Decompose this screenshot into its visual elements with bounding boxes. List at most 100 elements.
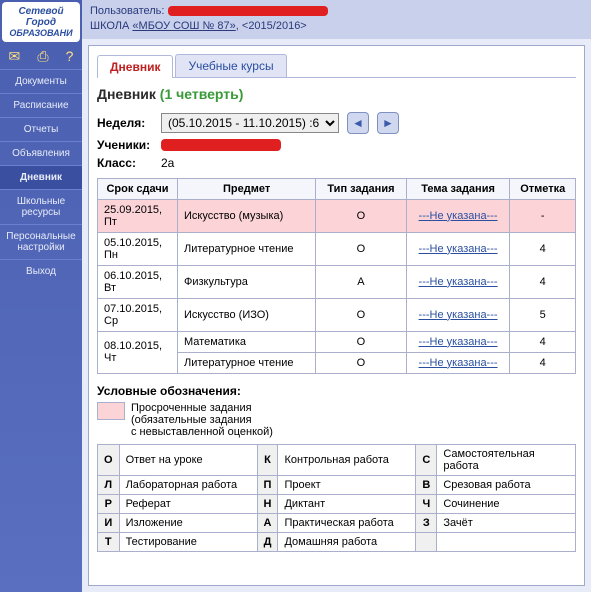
nav-item-6[interactable]: Персональные настройки [0, 224, 82, 259]
legend-desc: Проект [278, 475, 416, 494]
week-filter-row: Неделя: (05.10.2015 - 11.10.2015) :6 ◄ ► [97, 112, 576, 134]
topic-link[interactable]: ---Не указана--- [419, 276, 498, 288]
mail-icon[interactable]: ✉ [9, 48, 21, 65]
topic-link[interactable]: ---Не указана--- [419, 357, 498, 369]
topic-link[interactable]: ---Не указана--- [419, 309, 498, 321]
main-area: Пользователь: ШКОЛА «МБОУ СОШ № 87», <20… [82, 0, 591, 592]
legend-row: ТТестированиеДДомашняя работа [98, 532, 576, 551]
legend-row: ИИзложениеАПрактическая работаЗЗачёт [98, 513, 576, 532]
print-icon[interactable]: ⎙ [37, 48, 48, 65]
table-row: 05.10.2015, ПнЛитературное чтениеО ---Не … [98, 232, 576, 265]
legend-code: Т [98, 532, 120, 551]
app-root: Сетевой Город ОБРАЗОВАНИ ✉ ⎙ ? Документы… [0, 0, 591, 592]
tab-0[interactable]: Дневник [97, 55, 173, 78]
school-link[interactable]: «МБОУ СОШ № 87» [132, 20, 235, 32]
legend-title: Условные обозначения: [97, 384, 576, 398]
students-label: Ученики: [97, 138, 157, 152]
legend-code: В [416, 475, 437, 494]
header-bar: Пользователь: ШКОЛА «МБОУ СОШ № 87», <20… [82, 0, 591, 39]
legend-code: Ч [416, 494, 437, 513]
subject-cell: Литературное чтение [178, 352, 316, 373]
legend-desc: Реферат [119, 494, 257, 513]
table-row: 08.10.2015, ЧтМатематикаО---Не указана--… [98, 331, 576, 352]
school-label: ШКОЛА [90, 20, 129, 32]
user-label: Пользователь: [90, 5, 164, 17]
nav-item-2[interactable]: Отчеты [0, 117, 82, 141]
type-cell: О [316, 298, 406, 331]
sidebar: Сетевой Город ОБРАЗОВАНИ ✉ ⎙ ? Документы… [0, 0, 82, 592]
nav-item-0[interactable]: Документы [0, 69, 82, 93]
col-header: Предмет [178, 178, 316, 199]
topic-cell: ---Не указана--- [406, 298, 510, 331]
legend-desc: Лабораторная работа [119, 475, 257, 494]
subject-cell: Литературное чтение [178, 232, 316, 265]
mark-cell: 4 [510, 265, 576, 298]
week-select[interactable]: (05.10.2015 - 11.10.2015) :6 [161, 113, 339, 133]
table-row: 06.10.2015, ВтФизкультураА ---Не указана-… [98, 265, 576, 298]
nav-item-1[interactable]: Расписание [0, 93, 82, 117]
topic-link[interactable]: ---Не указана--- [419, 210, 498, 222]
mark-cell: 4 [510, 331, 576, 352]
nav-item-3[interactable]: Объявления [0, 141, 82, 165]
next-week-button[interactable]: ► [377, 112, 399, 134]
topic-cell: ---Не указана--- [406, 199, 510, 232]
legend-desc: Зачёт [437, 513, 576, 532]
legend-desc: Контрольная работа [278, 444, 416, 475]
legend-code: С [416, 444, 437, 475]
help-icon[interactable]: ? [66, 48, 74, 65]
legend-desc: Тестирование [119, 532, 257, 551]
topic-link[interactable]: ---Не указана--- [419, 243, 498, 255]
col-header: Тема задания [406, 178, 510, 199]
legend-row: ЛЛабораторная работаППроектВСрезовая раб… [98, 475, 576, 494]
student-filter-row: Ученики: [97, 138, 576, 152]
date-cell: 25.09.2015, Пт [98, 199, 178, 232]
week-label: Неделя: [97, 116, 157, 130]
legend-desc: Изложение [119, 513, 257, 532]
legend-desc: Самостоятельная работа [437, 444, 576, 475]
tab-1[interactable]: Учебные курсы [175, 54, 286, 77]
legend-code: К [257, 444, 278, 475]
type-cell: А [316, 265, 406, 298]
subject-cell: Искусство (ИЗО) [178, 298, 316, 331]
nav-item-5[interactable]: Школьные ресурсы [0, 189, 82, 224]
redacted-student [161, 139, 281, 151]
date-cell: 06.10.2015, Вт [98, 265, 178, 298]
sidebar-icon-row: ✉ ⎙ ? [0, 44, 82, 69]
content-panel: ДневникУчебные курсы Дневник (1 четверть… [88, 45, 585, 586]
table-row: 07.10.2015, СрИскусство (ИЗО)О---Не указ… [98, 298, 576, 331]
type-cell: О [316, 232, 406, 265]
legend-desc: Срезовая работа [437, 475, 576, 494]
nav-item-7[interactable]: Выход [0, 259, 82, 283]
type-cell: О [316, 199, 406, 232]
mark-cell: 4 [510, 352, 576, 373]
date-cell: 08.10.2015, Чт [98, 331, 178, 373]
mark-cell: 4 [510, 232, 576, 265]
legend-code: Р [98, 494, 120, 513]
topic-cell: ---Не указана--- [406, 331, 510, 352]
topic-cell: ---Не указана--- [406, 232, 510, 265]
legend-code: Л [98, 475, 120, 494]
legend-desc: Ответ на уроке [119, 444, 257, 475]
nav-item-4[interactable]: Дневник [0, 165, 82, 189]
legend-desc: Практическая работа [278, 513, 416, 532]
class-value: 2а [161, 156, 174, 170]
overdue-swatch [97, 402, 125, 420]
legend-code: О [98, 444, 120, 475]
legend-row: РРефератНДиктантЧСочинение [98, 494, 576, 513]
school-year: <2015/2016> [242, 20, 307, 32]
class-filter-row: Класс: 2а [97, 156, 576, 170]
logo-line1: Сетевой [4, 6, 78, 17]
legend-code: И [98, 513, 120, 532]
legend-overdue-text: Просроченные задания(обязательные задани… [131, 402, 273, 438]
logo: Сетевой Город ОБРАЗОВАНИ [2, 2, 80, 42]
date-cell: 05.10.2015, Пн [98, 232, 178, 265]
legend-code: Н [257, 494, 278, 513]
title-term: (1 четверть) [160, 86, 244, 102]
grades-table: Срок сдачиПредметТип заданияТема задания… [97, 178, 576, 374]
class-label: Класс: [97, 156, 157, 170]
type-cell: О [316, 352, 406, 373]
prev-week-button[interactable]: ◄ [347, 112, 369, 134]
topic-link[interactable]: ---Не указана--- [419, 336, 498, 348]
subject-cell: Физкультура [178, 265, 316, 298]
legend-table: ООтвет на урокеККонтрольная работаССамос… [97, 444, 576, 552]
